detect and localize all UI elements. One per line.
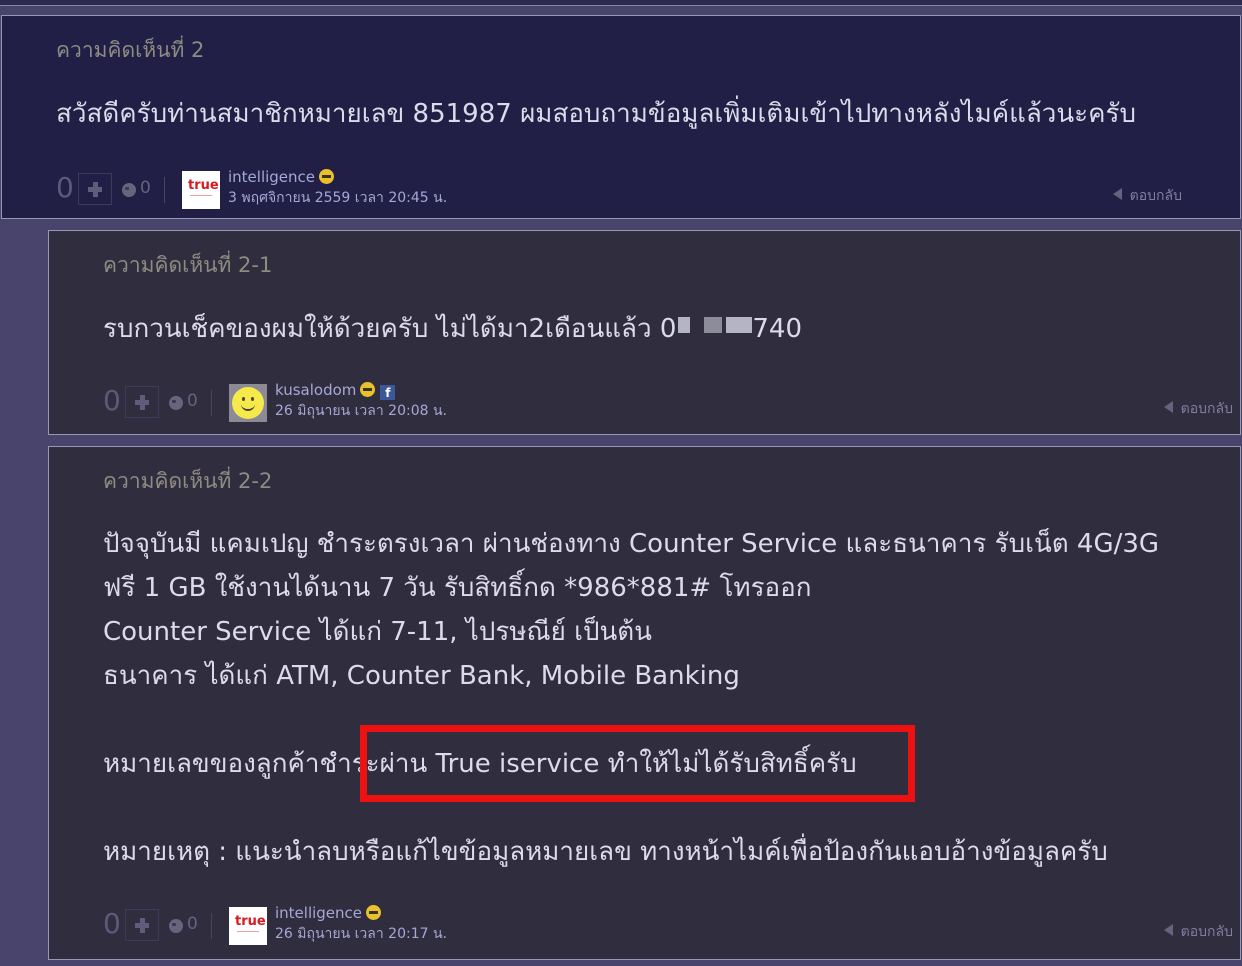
emotion-icon[interactable]: [122, 183, 136, 197]
username-row: intelligence: [275, 904, 382, 922]
emotion-count: 0: [140, 178, 151, 198]
member-badge-icon: [360, 382, 376, 397]
comment-body: รบกวนเช็คของผมให้ด้วยครับ ไม่ได้มา2เดือน…: [103, 307, 802, 351]
post-date: 3 พฤศจิกายน 2559 เวลา 20:45 น.: [228, 190, 448, 206]
comment-2: ความคิดเห็นที่ 2 สวัสดีครับท่านสมาชิกหมา…: [1, 15, 1241, 219]
redacted-block: [678, 317, 691, 333]
logo-underline: [190, 195, 212, 196]
username-link[interactable]: intelligence: [228, 168, 315, 186]
reply-button[interactable]: ตอบกลับ: [1163, 398, 1233, 420]
vote-plus-button[interactable]: [78, 173, 112, 205]
reply-label: ตอบกลับ: [1180, 924, 1233, 940]
avatar[interactable]: true: [182, 171, 220, 209]
member-badge-icon: [319, 169, 335, 184]
mouth: [241, 403, 255, 411]
comment-title: ความคิดเห็นที่ 2: [56, 38, 205, 62]
vote-count: 0: [56, 171, 74, 204]
comment-text-line: Counter Service ได้แก่ 7-11, ไปรษณีย์ เป…: [103, 617, 652, 647]
reply-button[interactable]: ตอบกลับ: [1163, 921, 1233, 943]
smiley-face-icon: [232, 387, 264, 419]
emotion-count: 0: [187, 914, 198, 934]
comment-title: ความคิดเห็นที่ 2-2: [103, 469, 273, 493]
facebook-icon[interactable]: f: [380, 385, 396, 400]
username-link[interactable]: intelligence: [275, 904, 362, 922]
comment-text-line: สวัสดีครับท่านสมาชิกหมายเลข 851987 ผมสอบ…: [56, 99, 1136, 129]
redacted-block: [704, 317, 723, 333]
post-date: 26 มิถุนายน เวลา 20:17 น.: [275, 926, 447, 942]
emotion-icon[interactable]: [169, 396, 183, 410]
comment-text-line: รบกวนเช็คของผมให้ด้วยครับ ไม่ได้มา2เดือน…: [103, 307, 802, 351]
comment-footer: 0 0 kusalodom f 26 มิถุนายน เวลา 20:08 น.…: [103, 381, 1233, 424]
member-badge-icon: [366, 905, 382, 920]
reply-arrow-icon: [1163, 401, 1173, 413]
avatar[interactable]: [229, 384, 267, 422]
reply-arrow-icon: [1112, 188, 1122, 200]
post-date: 26 มิถุนายน เวลา 20:08 น.: [275, 403, 447, 419]
divider: [211, 390, 212, 416]
username-link[interactable]: kusalodom: [275, 381, 356, 399]
username-row: kusalodom f: [275, 381, 396, 400]
comment-text: รบกวนเช็คของผมให้ด้วยครับ ไม่ได้มา2เดือน…: [103, 314, 677, 344]
emotion-count: 0: [187, 391, 198, 411]
vote-plus-button[interactable]: [125, 386, 159, 418]
redacted-block: [726, 317, 753, 333]
comment-title: ความคิดเห็นที่ 2-1: [103, 253, 273, 277]
comment-text-line: ปัจจุบันมี แคมเปญ ชำระตรงเวลา ผ่านช่องทา…: [103, 529, 1160, 559]
comment-text-line: ฟรี 1 GB ใช้งานได้นาน 7 วัน รับสิทธิ์กด …: [103, 573, 812, 603]
comment-body: ปัจจุบันมี แคมเปญ ชำระตรงเวลา ผ่านช่องทา…: [103, 522, 1159, 874]
divider: [211, 913, 212, 939]
reply-label: ตอบกลับ: [1129, 188, 1182, 204]
logo-underline: [237, 931, 259, 932]
eye: [251, 397, 254, 401]
vote-count: 0: [103, 384, 121, 417]
comment-2-2: ความคิดเห็นที่ 2-2 ปัจจุบันมี แคมเปญ ชำร…: [48, 446, 1241, 960]
emotion-icon[interactable]: [169, 919, 183, 933]
comment-footer: 0 0 true intelligence 26 มิถุนายน เวลา 2…: [103, 904, 1233, 947]
comment-text-tail: 740: [752, 314, 802, 344]
reply-label: ตอบกลับ: [1180, 401, 1233, 417]
username-row: intelligence: [228, 168, 335, 186]
comment-footer: 0 0 true intelligence 3 พฤศจิกายน 2559 เ…: [56, 168, 1236, 211]
reply-arrow-icon: [1163, 924, 1173, 936]
vote-count: 0: [103, 907, 121, 940]
comment-text-line: ธนาคาร ได้แก่ ATM, Counter Bank, Mobile …: [103, 661, 740, 691]
highlight-box: [360, 725, 915, 802]
comment-body: สวัสดีครับท่านสมาชิกหมายเลข 851987 ผมสอบ…: [56, 92, 1136, 136]
comment-text-line: หมายเหตุ : แนะนำลบหรือแก้ไขข้อมูลหมายเลข…: [103, 837, 1108, 867]
divider: [164, 177, 165, 203]
true-logo-icon: true: [235, 914, 266, 929]
eye: [242, 397, 245, 401]
reply-button[interactable]: ตอบกลับ: [1112, 185, 1182, 207]
vote-plus-button[interactable]: [125, 909, 159, 941]
comment-2-1: ความคิดเห็นที่ 2-1 รบกวนเช็คของผมให้ด้วย…: [48, 230, 1241, 435]
avatar[interactable]: true: [229, 907, 267, 945]
top-divider: [0, 0, 1242, 6]
true-logo-icon: true: [188, 178, 219, 193]
